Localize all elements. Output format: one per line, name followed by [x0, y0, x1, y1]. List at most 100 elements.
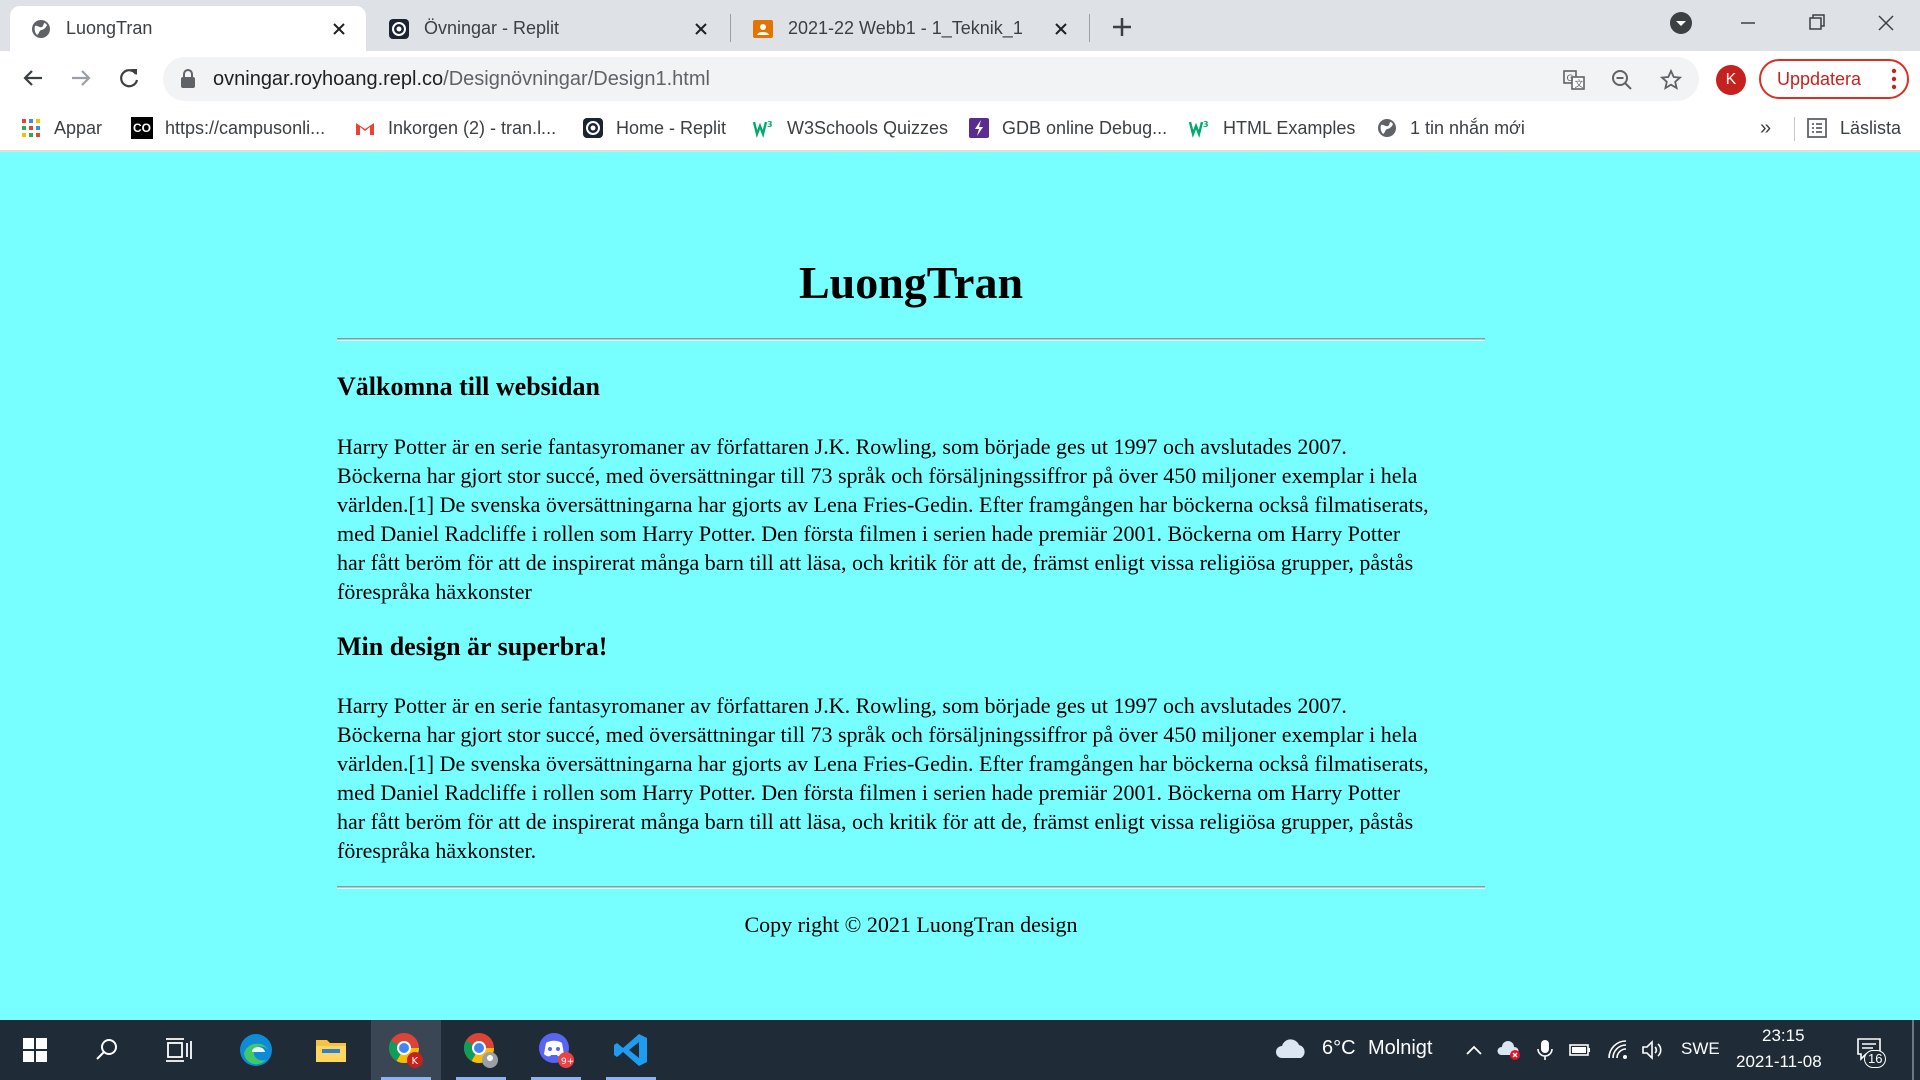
close-icon[interactable] — [1050, 18, 1072, 40]
gdb-icon — [968, 117, 990, 139]
page-footer: Copy right © 2021 LuongTran design — [744, 912, 1078, 937]
co-icon: CO — [131, 117, 153, 139]
profile-avatar[interactable]: K — [1716, 65, 1746, 95]
bookmark-gdb-online[interactable]: GDB online Debug... — [968, 105, 1167, 151]
translate-icon[interactable]: G 文 — [1563, 69, 1585, 91]
wifi-icon[interactable] — [1606, 1038, 1630, 1062]
back-arrow-icon[interactable] — [18, 63, 48, 93]
start-button[interactable] — [0, 1020, 70, 1080]
bookmarks-bar: Appar CO https://campusonli... Inkorgen … — [0, 105, 1920, 151]
new-tab-plus-icon[interactable] — [1107, 12, 1137, 42]
paragraph-line: världen.[1] De svenska översättningarna … — [337, 751, 1429, 776]
address-bar[interactable]: ovningar.royhoang.repl.co/Designövningar… — [163, 57, 1699, 101]
bookmark-label: HTML Examples — [1223, 117, 1356, 138]
more-menu-icon[interactable] — [1891, 67, 1897, 91]
weather-description[interactable]: Molnigt — [1368, 1037, 1432, 1060]
paragraph-line: Böckerna har gjort stor succé, med övers… — [337, 463, 1418, 488]
paragraph-line: har fått beröm för att de inspirerat mån… — [337, 550, 1414, 575]
reading-list-label: Läslista — [1840, 117, 1902, 138]
restore-icon[interactable] — [1798, 8, 1834, 38]
tab-webb1-classroom[interactable]: 2021-22 Webb1 - 1_Teknik_1 — [732, 6, 1088, 51]
paragraph-line: med Daniel Radcliffe i rollen som Harry … — [337, 521, 1401, 546]
weather-temperature[interactable]: 6°C — [1322, 1037, 1356, 1060]
bookmark-campusonline[interactable]: CO https://campusonli... — [131, 105, 325, 151]
page-title: LuongTran — [798, 257, 1024, 308]
bookmarks-divider — [1794, 117, 1795, 141]
svg-text:G: G — [1567, 74, 1574, 84]
svg-text:K: K — [412, 1056, 419, 1067]
tab-title: Övningar - Replit — [424, 18, 560, 38]
section-heading-welcome: Välkomna till websidan — [337, 372, 600, 401]
bookmark-w3schools-quizzes[interactable]: 3 W3Schools Quizzes — [753, 105, 948, 151]
taskbar-chrome-profile-2[interactable] — [446, 1020, 516, 1080]
bookmark-html-examples[interactable]: 3 HTML Examples — [1189, 105, 1355, 151]
browser-toolbar: ovningar.royhoang.repl.co/Designövningar… — [0, 51, 1920, 105]
svg-text:文: 文 — [1575, 78, 1584, 90]
taskbar-edge[interactable] — [221, 1020, 291, 1080]
cloud-weather-icon[interactable] — [1274, 1036, 1308, 1062]
vscode-icon — [614, 1034, 647, 1066]
clock-time[interactable]: 23:15 — [1762, 1026, 1805, 1046]
horizontal-rule-bottom — [337, 886, 1485, 889]
section-paragraph-welcome: Harry Potter är en serie fantasyromaner … — [337, 432, 1497, 606]
onedrive-error-icon[interactable] — [1497, 1038, 1521, 1062]
reload-icon[interactable] — [114, 63, 144, 93]
paragraph-line: med Daniel Radcliffe i rollen som Harry … — [337, 780, 1401, 805]
svg-text:3: 3 — [767, 120, 773, 129]
close-icon[interactable] — [690, 18, 712, 40]
bookmark-star-icon[interactable] — [1660, 69, 1682, 91]
reading-list-button[interactable]: Läslista — [1806, 105, 1901, 151]
bookmark-apps[interactable]: Appar — [20, 105, 102, 151]
forward-arrow-icon[interactable] — [66, 63, 96, 93]
paragraph-line: Böckerna har gjort stor succé, med övers… — [337, 722, 1418, 747]
taskbar-discord[interactable]: 9+ — [521, 1020, 591, 1080]
task-view-button[interactable] — [144, 1020, 214, 1080]
microphone-icon[interactable] — [1533, 1038, 1557, 1062]
paragraph-line: världen.[1] De svenska översättningarna … — [337, 492, 1429, 517]
bookmarks-overflow-chevron[interactable]: » — [1760, 105, 1771, 151]
globe-icon — [32, 19, 50, 38]
tab-ovningar-replit[interactable]: Övningar - Replit — [368, 6, 728, 51]
taskbar-chrome-profile-k[interactable]: K — [371, 1020, 441, 1080]
bookmark-gmail[interactable]: Inkorgen (2) - tran.l... — [354, 105, 556, 151]
url-host: ovningar.royhoang.repl.co — [213, 68, 444, 90]
windows-logo-icon — [23, 1038, 47, 1062]
web-page-viewport: LuongTran Välkomna till websidan Harry P… — [0, 152, 1920, 1020]
tab-strip: LuongTran Övningar - Replit 2021-22 Webb… — [0, 0, 1920, 51]
paragraph-line: förespråka häxkonster — [337, 579, 532, 604]
window-close-icon[interactable] — [1868, 8, 1904, 38]
edge-icon — [240, 1034, 272, 1066]
reading-list-icon — [1806, 117, 1828, 139]
globe-icon — [1376, 117, 1398, 139]
lock-icon[interactable] — [179, 69, 197, 89]
folder-icon — [316, 1040, 346, 1062]
bookmark-tin-nhan[interactable]: 1 tin nhắn mới — [1376, 105, 1525, 151]
bookmark-label: GDB online Debug... — [1002, 117, 1168, 138]
url-text[interactable]: ovningar.royhoang.repl.co/Designövningar… — [213, 57, 710, 101]
taskbar-file-explorer[interactable] — [296, 1020, 366, 1080]
tab-search-chevron-icon[interactable] — [1663, 8, 1699, 38]
bookmark-label: Appar — [54, 117, 103, 138]
bookmark-label: https://campusonli... — [165, 117, 326, 138]
bookmark-replit-home[interactable]: Home - Replit — [582, 105, 726, 151]
taskbar-vscode[interactable] — [596, 1020, 666, 1080]
task-view-icon — [166, 1038, 192, 1062]
apps-grid-icon — [20, 117, 42, 139]
input-language[interactable]: SWE — [1681, 1039, 1720, 1059]
volume-icon[interactable] — [1640, 1038, 1664, 1062]
battery-icon[interactable] — [1568, 1038, 1592, 1062]
search-button[interactable] — [72, 1020, 142, 1080]
tab-title: 2021-22 Webb1 - 1_Teknik_1 — [788, 18, 1023, 38]
section-paragraph-design: Harry Potter är en serie fantasyromaner … — [337, 691, 1497, 865]
chevron-up-icon[interactable] — [1462, 1038, 1486, 1062]
update-button[interactable]: Uppdatera — [1759, 59, 1909, 99]
zoom-out-icon[interactable] — [1611, 69, 1633, 91]
clock-date[interactable]: 2021-11-08 — [1736, 1052, 1822, 1072]
discord-icon: 9+ — [539, 1033, 574, 1068]
replit-icon — [389, 18, 409, 39]
minimize-icon[interactable] — [1730, 8, 1766, 38]
show-desktop-strip[interactable] — [1912, 1020, 1914, 1080]
replit-icon — [582, 117, 604, 139]
tab-luongtran[interactable]: LuongTran — [10, 6, 366, 51]
close-icon[interactable] — [328, 18, 350, 40]
